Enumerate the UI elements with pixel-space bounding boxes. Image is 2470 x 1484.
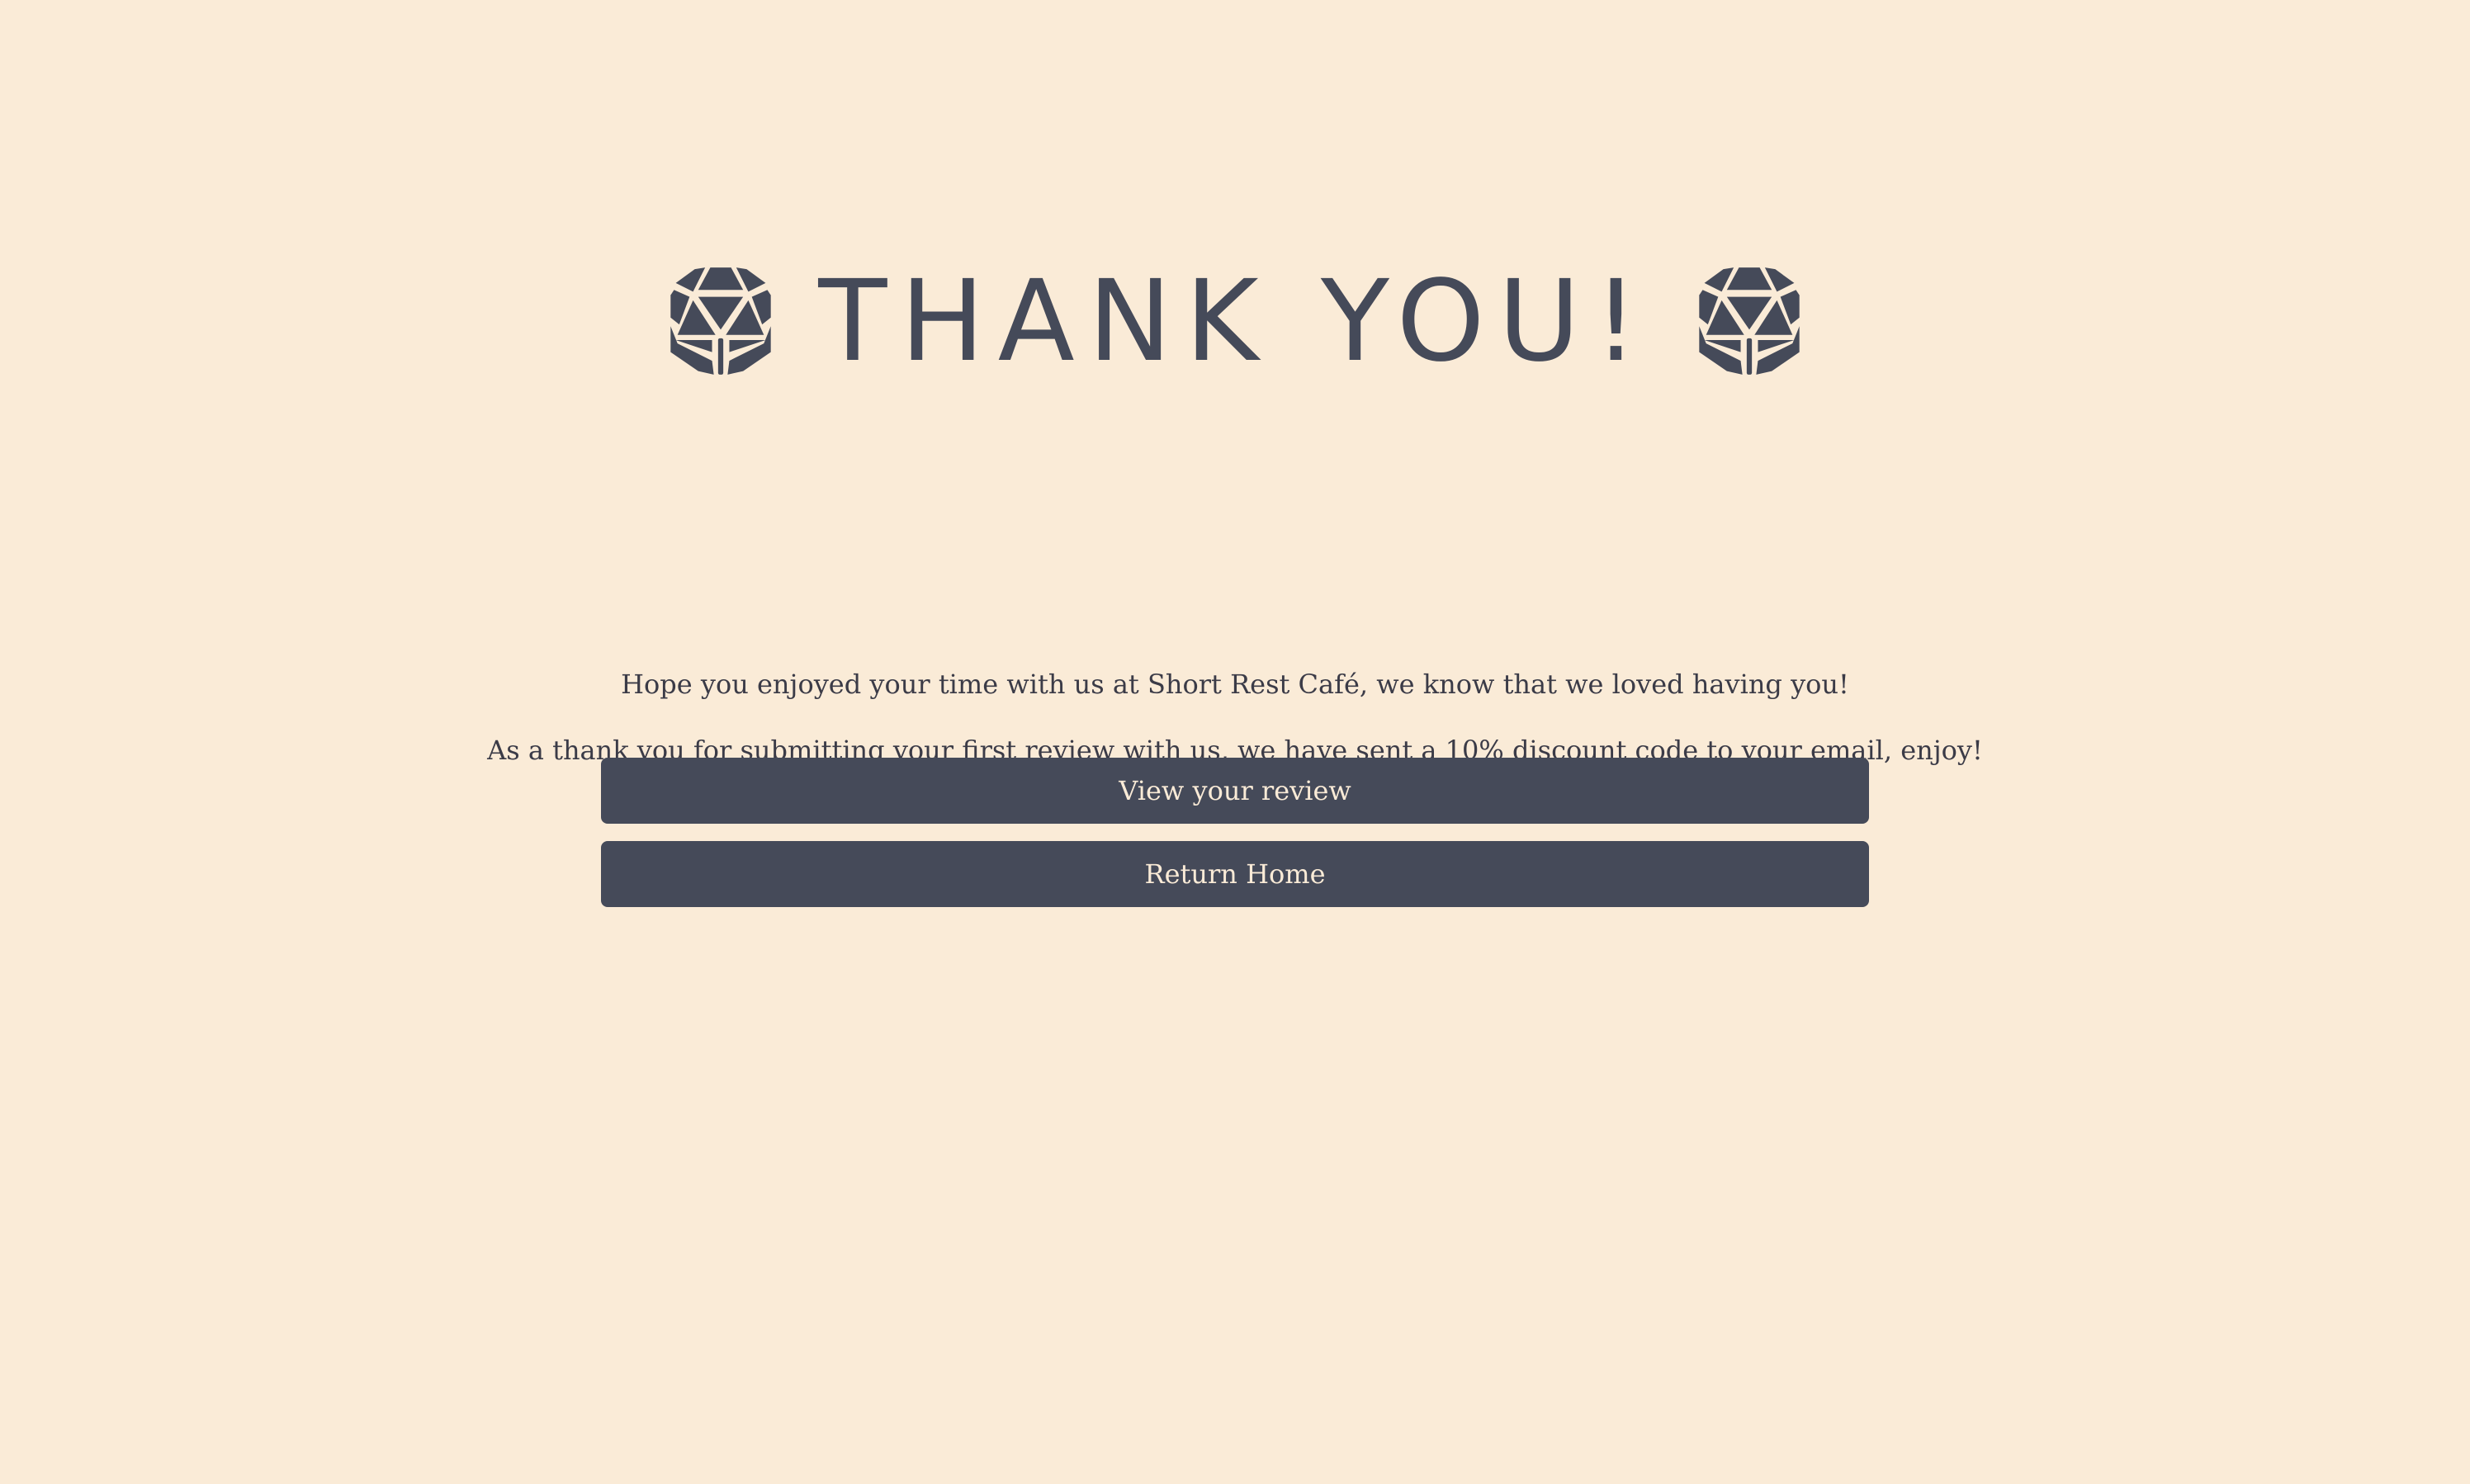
d20-dice-icon (670, 267, 772, 375)
return-home-button[interactable]: Return Home (601, 841, 1869, 907)
thank-you-message: Hope you enjoyed your time with us at Sh… (621, 669, 1849, 700)
d20-dice-icon (1698, 267, 1800, 375)
page-title: THANK YOU! (818, 257, 1652, 387)
page-heading: THANK YOU! (0, 248, 2470, 396)
thank-you-page: THANK YOU! Hope you enjoyed your time wi… (0, 0, 2470, 1484)
view-review-button[interactable]: View your review (601, 758, 1869, 824)
